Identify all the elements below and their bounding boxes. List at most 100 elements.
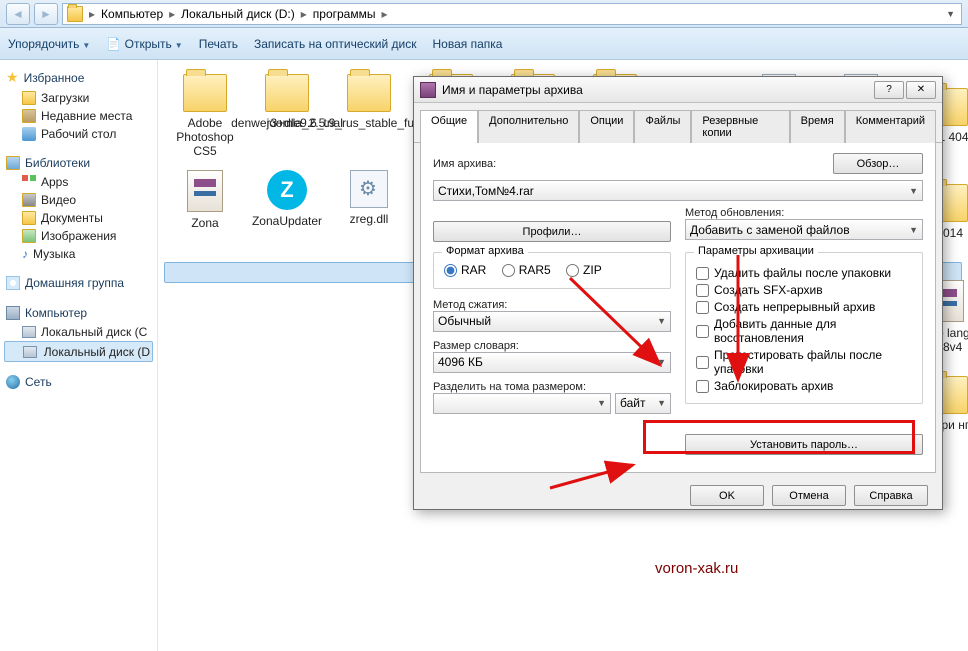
split-unit-select[interactable]: байт▼ [615,393,671,414]
documents-icon [22,211,36,225]
split-size-field[interactable]: ▼ [433,393,611,414]
opt-lock[interactable]: Заблокировать архив [696,379,912,393]
homegroup-icon [6,276,20,290]
opt-sfx[interactable]: Создать SFX-архив [696,283,912,297]
dialog-titlebar[interactable]: Имя и параметры архива ? ✕ [414,77,942,103]
browse-button[interactable]: Обзор… [833,153,923,174]
nav-item-desktop[interactable]: Рабочий стол [4,125,153,143]
computer-icon [6,306,20,320]
file-item[interactable]: ZZonaUpdater [246,166,328,262]
hdd-icon [23,346,37,358]
opt-delete-after[interactable]: Удалить файлы после упаковки [696,266,912,280]
archive-name-label: Имя архива: [433,158,825,170]
dll-icon [350,170,388,208]
annotation-highlight [643,420,915,454]
format-rar5-radio[interactable]: RAR5 [502,263,551,277]
folder-icon [347,74,391,112]
ok-button[interactable]: OK [690,485,764,506]
pictures-icon [22,229,36,243]
organize-menu[interactable]: Упорядочить▼ [8,37,90,51]
music-icon: ♪ [22,247,28,261]
downloads-icon [22,91,36,105]
format-rar-radio[interactable]: RAR [444,263,486,277]
command-bar: Упорядочить▼ 📄 Открыть▼ Печать Записать … [0,28,968,60]
newfolder-button[interactable]: Новая папка [433,37,503,51]
dictionary-select[interactable]: 4096 КБ▼ [433,352,671,373]
archive-dialog: Имя и параметры архива ? ✕ ОбщиеДополнит… [413,76,943,510]
tab-general: Имя архива: Обзор… Стихи,Том№4.rar▼ Проф… [420,143,936,473]
rar-icon [187,170,223,212]
nav-item-documents[interactable]: Документы [4,209,153,227]
network-icon [6,375,20,389]
opt-test[interactable]: Протестировать файлы после упаковки [696,348,912,376]
folder-icon [183,74,227,112]
nav-item-apps[interactable]: Apps [4,173,153,191]
nav-favorites-header[interactable]: ★Избранное [4,66,153,89]
print-button[interactable]: Печать [199,37,238,51]
hdd-icon [22,326,36,338]
tab-3[interactable]: Файлы [634,110,691,143]
tab-1[interactable]: Дополнительно [478,110,579,143]
breadcrumb-root[interactable]: Компьютер [101,7,163,21]
format-zip-radio[interactable]: ZIP [566,263,602,277]
nav-item-downloads[interactable]: Загрузки [4,89,153,107]
archive-format-group: Формат архива RAR RAR5 ZIP [433,252,671,289]
dialog-tabs: ОбщиеДополнительноОпцииФайлыРезервные ко… [414,103,942,143]
burn-button[interactable]: Записать на оптический диск [254,37,417,51]
profiles-button[interactable]: Профили… [433,221,671,242]
file-item[interactable]: Zona [164,166,246,262]
nav-item-music[interactable]: ♪Музыка [4,245,153,263]
cancel-button[interactable]: Отмена [772,485,846,506]
dialog-buttons: OK Отмена Справка [414,479,942,514]
breadcrumb[interactable]: ▸ Компьютер ▸ Локальный диск (D:) ▸ прог… [62,3,962,25]
opt-solid[interactable]: Создать непрерывный архив [696,300,912,314]
tab-0[interactable]: Общие [420,110,478,143]
file-label: ZonaUpdater [252,214,322,228]
dialog-title: Имя и параметры архива [442,83,868,97]
nav-network[interactable]: Сеть [4,372,153,392]
compression-select[interactable]: Обычный▼ [433,311,671,332]
tab-4[interactable]: Резервные копии [691,110,789,143]
tab-6[interactable]: Комментарий [845,110,936,143]
folder-icon [265,74,309,112]
nav-item-drive-d[interactable]: Локальный диск (D [4,341,153,362]
desktop-icon [22,127,36,141]
nav-computer-header[interactable]: Компьютер [4,303,153,323]
file-label: zreg.dll [350,212,389,226]
winrar-icon [420,82,436,98]
compression-label: Метод сжатия: [433,299,671,311]
help-button[interactable]: Справка [854,485,928,506]
folder-icon [67,6,83,22]
archive-params-group: Параметры архивации Удалить файлы после … [685,252,923,404]
file-label: Zona [191,216,218,230]
star-icon: ★ [6,69,19,86]
open-menu[interactable]: 📄 Открыть▼ [106,37,182,51]
help-button[interactable]: ? [874,81,904,99]
update-method-label: Метод обновления: [685,207,923,219]
nav-forward-button[interactable]: ► [34,3,58,25]
file-item[interactable]: zreg.dll [328,166,410,262]
nav-item-video[interactable]: Видео [4,191,153,209]
nav-item-drive-c[interactable]: Локальный диск (C [4,323,153,341]
watermark: voron-xak.ru [655,560,738,577]
nav-item-pictures[interactable]: Изображения [4,227,153,245]
nav-homegroup[interactable]: Домашняя группа [4,273,153,293]
video-icon [22,193,36,207]
breadcrumb-drive[interactable]: Локальный диск (D:) [181,7,295,21]
archive-name-field[interactable]: Стихи,Том№4.rar▼ [433,180,923,201]
nav-libraries-header[interactable]: Библиотеки [4,153,153,173]
nav-back-button[interactable]: ◄ [6,3,30,25]
tab-5[interactable]: Время [790,110,845,143]
nav-item-recent[interactable]: Недавние места [4,107,153,125]
dictionary-label: Размер словаря: [433,340,671,352]
breadcrumb-folder[interactable]: программы [313,7,376,21]
opt-recovery[interactable]: Добавить данные для восстановления [696,317,912,345]
file-item[interactable]: joomla_2.5.9_rus_stable_full_package [328,70,410,166]
tab-2[interactable]: Опции [579,110,634,143]
split-label: Разделить на тома размером: [433,381,671,393]
address-bar: ◄ ► ▸ Компьютер ▸ Локальный диск (D:) ▸ … [0,0,968,28]
nav-pane: ★Избранное Загрузки Недавние места Рабоч… [0,60,158,651]
update-method-select[interactable]: Добавить с заменой файлов▼ [685,219,923,240]
close-button[interactable]: ✕ [906,81,936,99]
format-group-label: Формат архива [442,245,528,257]
